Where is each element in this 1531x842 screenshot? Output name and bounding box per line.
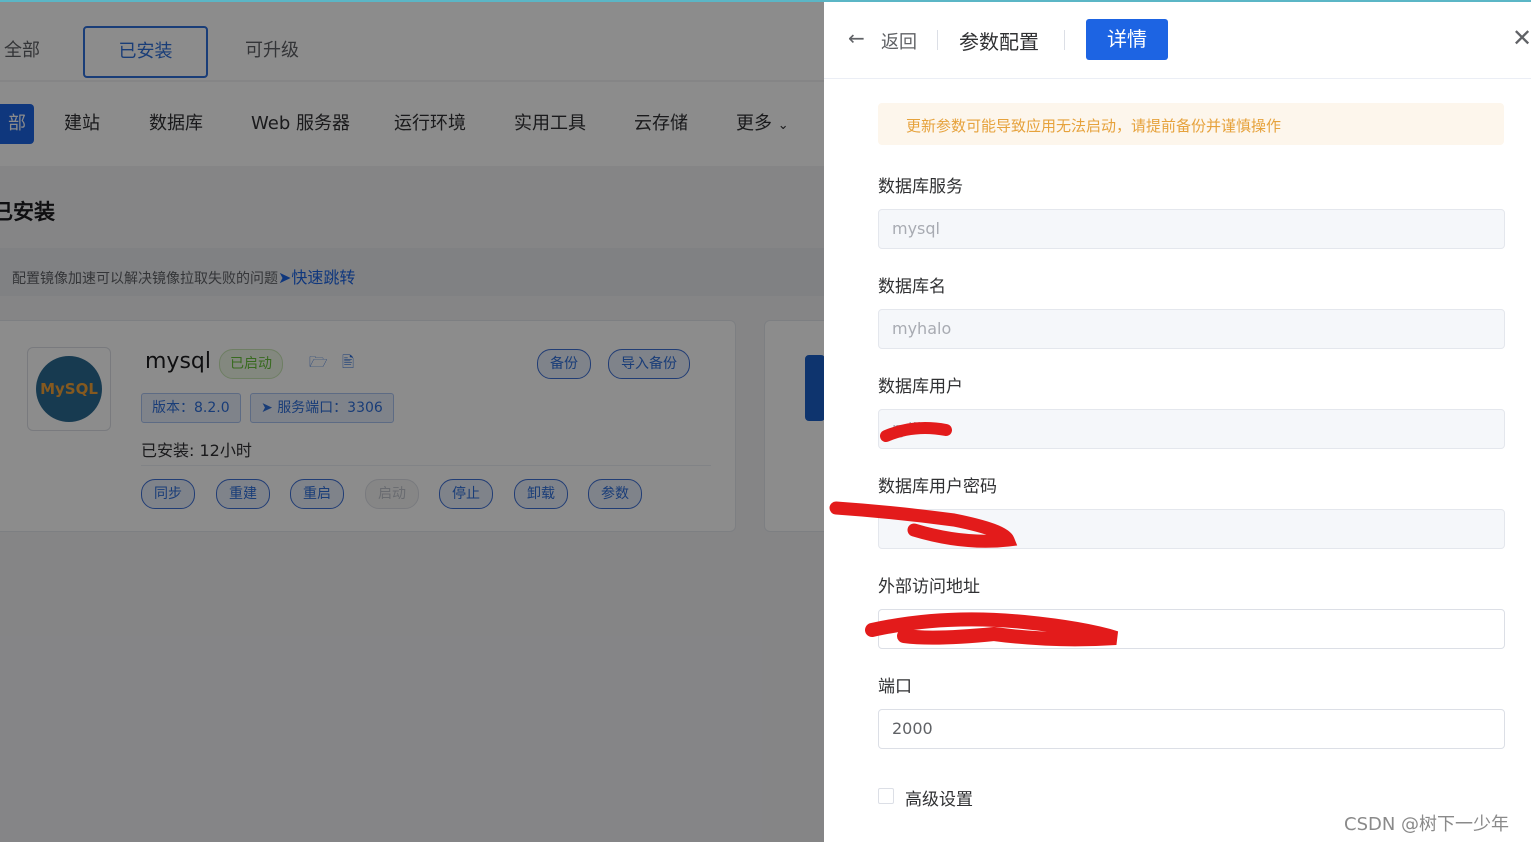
external-address-input[interactable] [878, 609, 1505, 649]
advanced-settings-checkbox[interactable] [878, 788, 894, 804]
header-divider [937, 30, 938, 50]
db-user-field: ryliho [878, 409, 1505, 449]
db-password-field [878, 509, 1505, 549]
header-divider [1064, 30, 1065, 50]
db-name-label: 数据库名 [878, 277, 946, 297]
external-address-label: 外部访问地址 [878, 577, 980, 597]
close-icon[interactable]: ✕ [1512, 24, 1531, 52]
db-user-label: 数据库用户 [878, 377, 963, 397]
db-password-label: 数据库用户密码 [878, 477, 997, 497]
back-button[interactable]: 返回 [881, 28, 917, 54]
background-page: 全部 已安装 可升级 部 建站 数据库 Web 服务器 运行环境 实用工具 云存… [0, 0, 824, 842]
port-input[interactable]: 2000 [878, 709, 1505, 749]
param-config-drawer: ← 返回 参数配置 详情 ✕ 更新参数可能导致应用无法启动，请提前备份并谨慎操作… [824, 0, 1531, 842]
port-label: 端口 [878, 677, 912, 697]
top-accent-line [0, 0, 1531, 2]
db-name-field: myhalo [878, 309, 1505, 349]
detail-button[interactable]: 详情 [1086, 19, 1168, 60]
db-service-label: 数据库服务 [878, 177, 963, 197]
watermark: CSDN @树下一少年 [1344, 814, 1510, 835]
modal-overlay[interactable] [0, 0, 824, 842]
advanced-settings-label[interactable]: 高级设置 [905, 785, 973, 810]
warning-alert: 更新参数可能导致应用无法启动，请提前备份并谨慎操作 [878, 103, 1504, 145]
drawer-header: ← 返回 参数配置 详情 ✕ [824, 0, 1531, 79]
db-service-field: mysql [878, 209, 1505, 249]
drawer-title: 参数配置 [959, 30, 1039, 54]
db-name-value: myhalo [892, 319, 952, 338]
db-service-value: mysql [892, 219, 940, 238]
warning-text: 更新参数可能导致应用无法启动，请提前备份并谨慎操作 [906, 117, 1282, 135]
db-user-value: ryliho [892, 419, 937, 438]
arrow-left-icon[interactable]: ← [848, 26, 865, 50]
port-value: 2000 [892, 719, 933, 738]
